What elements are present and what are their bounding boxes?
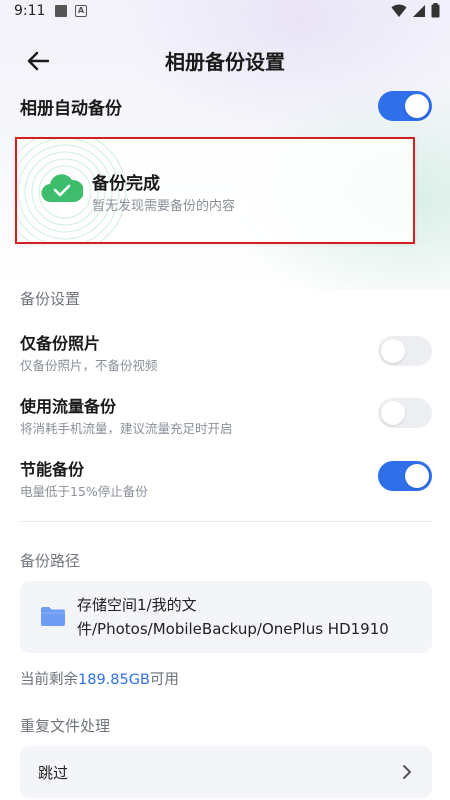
status-time: 9:11: [14, 3, 46, 19]
duplicate-handling-value: 跳过: [38, 764, 69, 782]
backup-status-card: 备份完成 暂无发现需要备份的内容: [15, 137, 415, 244]
auto-backup-toggle[interactable]: [378, 91, 432, 121]
backup-status-subtitle: 暂无发现需要备份的内容: [92, 199, 236, 214]
mobile-data-subtitle: 将消耗手机流量，建议流量充足时开启: [20, 421, 233, 436]
backup-settings-section-label: 备份设置: [20, 290, 81, 308]
divider: [20, 521, 432, 522]
free-space-suffix: 可用: [149, 672, 179, 688]
page-title: 相册备份设置: [165, 50, 285, 74]
free-space-prefix: 当前剩余: [20, 672, 78, 688]
toggle-knob: [405, 94, 429, 118]
backup-status-title: 备份完成: [92, 174, 160, 194]
photos-only-toggle[interactable]: [378, 336, 432, 366]
chevron-right-icon: [403, 765, 411, 779]
wifi-icon: [391, 4, 407, 17]
photos-only-title: 仅备份照片: [20, 334, 101, 353]
power-saving-subtitle: 电量低于15%停止备份: [20, 484, 148, 499]
duplicate-handling-selector[interactable]: 跳过: [20, 746, 432, 798]
mobile-data-title: 使用流量备份: [20, 397, 117, 416]
a-notification-icon: A: [75, 5, 87, 17]
toggle-knob: [405, 464, 429, 488]
auto-backup-label: 相册自动备份: [20, 99, 122, 119]
status-icons: [391, 3, 440, 18]
duplicate-section-label: 重复文件处理: [20, 717, 111, 735]
power-saving-toggle[interactable]: [378, 461, 432, 491]
free-space-text: 当前剩余189.85GB可用: [20, 668, 179, 689]
backup-path-section-label: 备份路径: [20, 552, 81, 570]
power-saving-title: 节能备份: [20, 460, 85, 479]
battery-icon: [431, 3, 440, 18]
toggle-knob: [381, 339, 405, 363]
photos-only-subtitle: 仅备份照片，不备份视频: [20, 358, 158, 373]
signal-icon: [413, 4, 425, 17]
backup-path-box[interactable]: 存储空间1/我的文件/Photos/MobileBackup/OnePlus H…: [20, 581, 432, 653]
cloud-check-icon: [41, 174, 83, 203]
toggle-knob: [381, 401, 405, 425]
square-notification-icon: [55, 5, 67, 17]
folder-icon: [41, 607, 65, 626]
mobile-data-toggle[interactable]: [378, 398, 432, 428]
free-space-value: 189.85GB: [78, 672, 150, 688]
backup-path-text: 存储空间1/我的文件/Photos/MobileBackup/OnePlus H…: [77, 596, 389, 638]
